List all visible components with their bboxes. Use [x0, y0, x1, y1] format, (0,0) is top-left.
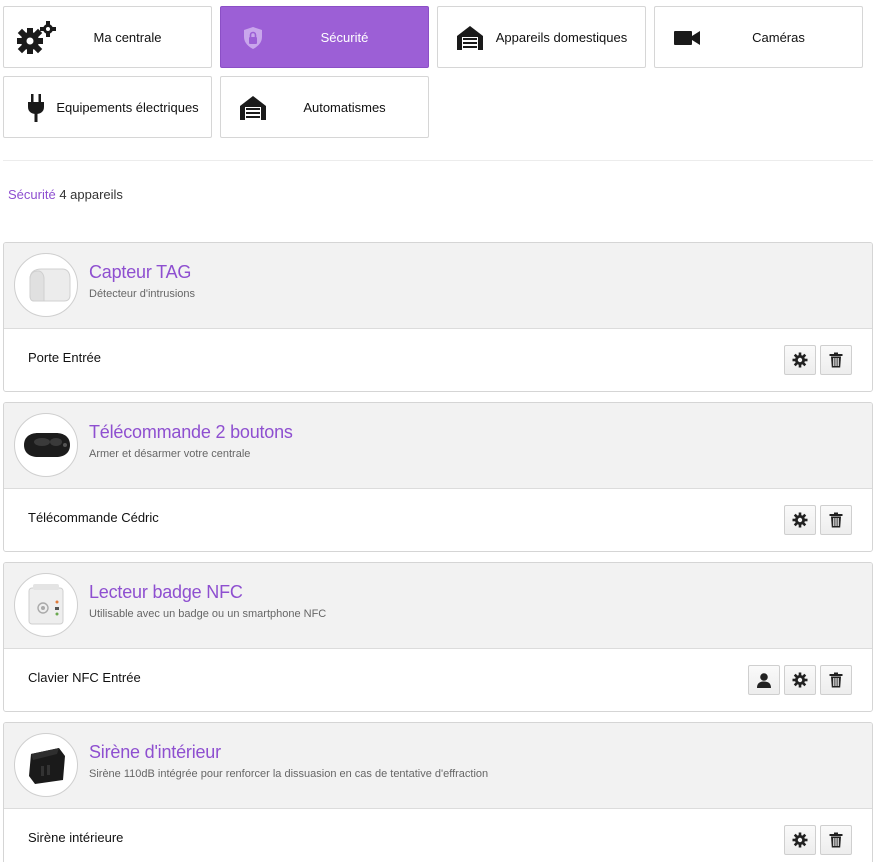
- settings-button[interactable]: [784, 345, 816, 375]
- card-body: Porte Entrée: [4, 329, 872, 391]
- device-count: 4 appareils: [59, 187, 123, 202]
- device-type-subtitle: Utilisable avec un badge ou un smartphon…: [89, 608, 327, 620]
- nav-label: Automatismes: [303, 99, 386, 115]
- device-type-subtitle: Sirène 110dB intégrée pour renforcer la …: [89, 768, 489, 780]
- nav-label: Caméras: [752, 29, 805, 45]
- device-actions: [784, 345, 852, 375]
- breadcrumb: Sécurité 4 appareils: [8, 187, 123, 202]
- device-type-subtitle: Armer et désarmer votre centrale: [89, 448, 251, 460]
- nav-label: Equipements électriques: [56, 99, 199, 115]
- settings-button[interactable]: [784, 665, 816, 695]
- card-header: Lecteur badge NFC Utilisable avec un bad…: [4, 563, 872, 649]
- shield-lock-icon: [231, 21, 275, 55]
- device-type-title[interactable]: Capteur TAG: [89, 262, 191, 283]
- delete-button[interactable]: [820, 345, 852, 375]
- nav-equipements-electriques[interactable]: Equipements électriques: [3, 76, 212, 138]
- delete-button[interactable]: [820, 505, 852, 535]
- card-body: Télécommande Cédric: [4, 489, 872, 551]
- remote-icon: [14, 413, 78, 477]
- nav-label: Sécurité: [320, 29, 369, 45]
- garage-icon: [448, 21, 492, 55]
- nav-ma-centrale[interactable]: Ma centrale: [3, 6, 212, 68]
- card-header: Capteur TAG Détecteur d'intrusions: [4, 243, 872, 329]
- nav-cameras[interactable]: Caméras: [654, 6, 863, 68]
- card-body: Sirène intérieure: [4, 809, 872, 862]
- nav-label: Appareils domestiques: [495, 29, 628, 45]
- device-card: Télécommande 2 boutons Armer et désarmer…: [3, 402, 873, 552]
- settings-button[interactable]: [784, 825, 816, 855]
- nav-securite[interactable]: Sécurité: [220, 6, 429, 68]
- gear-icon: [792, 672, 808, 688]
- nav-label: Ma centrale: [93, 29, 162, 45]
- garage-icon: [231, 91, 275, 125]
- device-actions: [784, 505, 852, 535]
- trash-icon: [829, 832, 843, 848]
- device-name: Sirène intérieure: [28, 830, 124, 845]
- device-actions: [748, 665, 852, 695]
- gear-icon: [792, 832, 808, 848]
- device-actions: [784, 825, 852, 855]
- device-name: Clavier NFC Entrée: [28, 670, 141, 685]
- trash-icon: [829, 352, 843, 368]
- delete-button[interactable]: [820, 825, 852, 855]
- device-name: Porte Entrée: [28, 350, 101, 365]
- gear-icon: [792, 512, 808, 528]
- nav-appareils-domestiques[interactable]: Appareils domestiques: [437, 6, 646, 68]
- trash-icon: [829, 672, 843, 688]
- breadcrumb-section-link[interactable]: Sécurité: [8, 187, 56, 202]
- tag-sensor-icon: [14, 253, 78, 317]
- device-type-subtitle: Détecteur d'intrusions: [89, 288, 196, 300]
- device-card: Capteur TAG Détecteur d'intrusions Porte…: [3, 242, 873, 392]
- trash-icon: [829, 512, 843, 528]
- gear-icon: [792, 352, 808, 368]
- delete-button[interactable]: [820, 665, 852, 695]
- video-camera-icon: [665, 21, 709, 55]
- nav-automatismes[interactable]: Automatismes: [220, 76, 429, 138]
- device-type-title[interactable]: Lecteur badge NFC: [89, 582, 243, 603]
- card-header: Télécommande 2 boutons Armer et désarmer…: [4, 403, 872, 489]
- device-card: Lecteur badge NFC Utilisable avec un bad…: [3, 562, 873, 712]
- card-body: Clavier NFC Entrée: [4, 649, 872, 711]
- gears-icon: [14, 21, 58, 55]
- card-header: Sirène d'intérieur Sirène 110dB intégrée…: [4, 723, 872, 809]
- nfc-reader-icon: [14, 573, 78, 637]
- user-icon: [757, 673, 771, 688]
- divider: [3, 160, 873, 161]
- device-type-title[interactable]: Télécommande 2 boutons: [89, 422, 293, 443]
- settings-button[interactable]: [784, 505, 816, 535]
- device-name: Télécommande Cédric: [28, 510, 159, 525]
- users-button[interactable]: [748, 665, 780, 695]
- device-type-title[interactable]: Sirène d'intérieur: [89, 742, 221, 763]
- plug-icon: [14, 91, 58, 125]
- device-card: Sirène d'intérieur Sirène 110dB intégrée…: [3, 722, 873, 862]
- siren-icon: [14, 733, 78, 797]
